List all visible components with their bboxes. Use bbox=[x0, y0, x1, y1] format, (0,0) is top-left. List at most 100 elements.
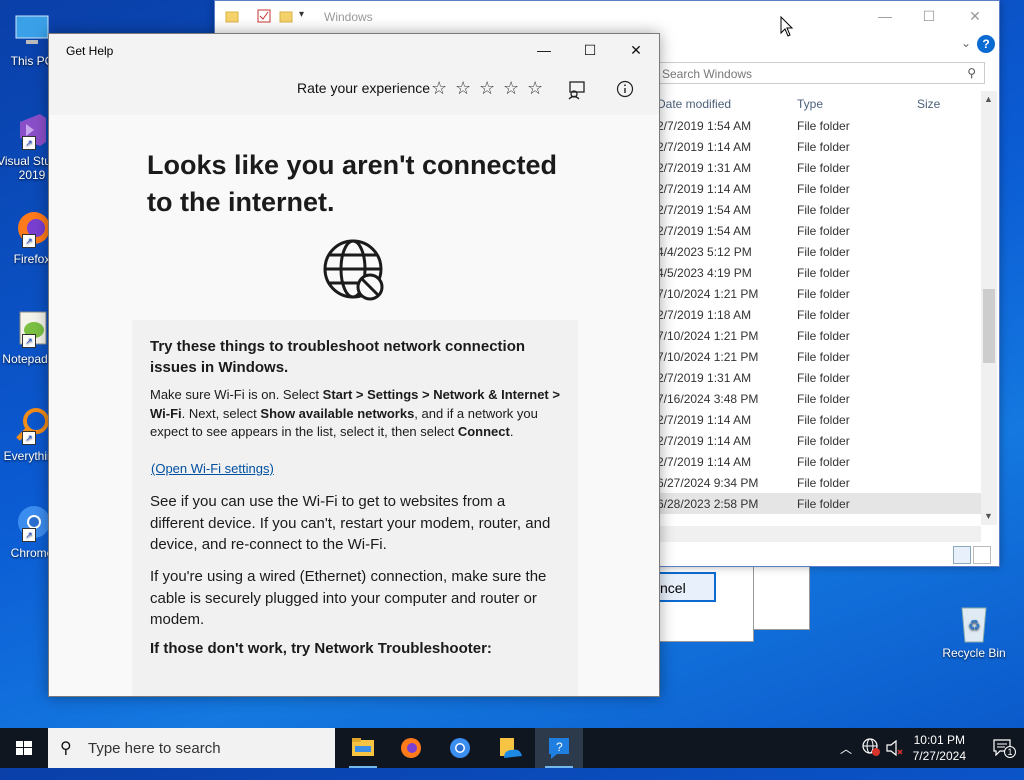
table-row[interactable]: 7/16/2024 3:48 PM File folder bbox=[655, 388, 981, 409]
date-modified-cell: 2/7/2019 1:54 AM bbox=[657, 224, 752, 238]
info-icon[interactable] bbox=[616, 80, 634, 103]
new-folder-icon[interactable] bbox=[279, 9, 293, 23]
visual-studio-icon: ↗ bbox=[12, 110, 52, 150]
taskbar: ⚲ Type here to search ? ︿ 10:01 PM 7/27/… bbox=[0, 728, 1024, 768]
details-view-icon[interactable] bbox=[953, 546, 971, 564]
taskbar-clock[interactable]: 10:01 PM 7/27/2024 bbox=[913, 732, 966, 764]
properties-icon[interactable] bbox=[257, 9, 271, 23]
table-row[interactable]: 7/10/2024 1:21 PM File folder bbox=[655, 325, 981, 346]
window-title: Get Help bbox=[66, 44, 114, 58]
taskbar-chrome[interactable] bbox=[436, 728, 484, 768]
quick-access-dropdown-icon[interactable]: ▾ bbox=[299, 9, 313, 23]
date-modified-cell: 2/7/2019 1:14 AM bbox=[657, 434, 752, 448]
table-row[interactable]: 4/4/2023 5:12 PM File folder bbox=[655, 241, 981, 262]
table-row[interactable]: 6/27/2024 9:34 PM File folder bbox=[655, 472, 981, 493]
show-hidden-icons-chevron-icon[interactable]: ︿ bbox=[840, 740, 852, 780]
help-icon[interactable]: ? bbox=[977, 35, 995, 53]
network-disconnected-icon[interactable] bbox=[862, 738, 880, 778]
chrome-icon bbox=[450, 738, 470, 758]
ribbon-expand-chevron-icon[interactable]: ⌄ bbox=[961, 36, 971, 50]
desktop-icon-recycle-bin[interactable]: ♻ Recycle Bin bbox=[938, 602, 1010, 660]
date-modified-cell: 2/7/2019 1:14 AM bbox=[657, 413, 752, 427]
monitor-icon bbox=[12, 10, 52, 50]
scroll-down-arrow-icon[interactable]: ▼ bbox=[984, 511, 993, 521]
onedrive-folder-icon bbox=[500, 738, 522, 758]
get-help-titlebar: Get Help — ☐ ✕ bbox=[49, 34, 659, 66]
date-modified-cell: 4/5/2023 4:19 PM bbox=[657, 266, 752, 280]
globe-no-connection-icon bbox=[323, 239, 385, 306]
horizontal-scrollbar[interactable] bbox=[655, 526, 981, 542]
taskbar-onedrive-app[interactable] bbox=[486, 728, 534, 768]
cancel-button[interactable]: ncel bbox=[654, 572, 716, 602]
date-modified-cell: 7/16/2024 3:48 PM bbox=[657, 392, 759, 406]
table-row[interactable]: 2/7/2019 1:54 AM File folder bbox=[655, 115, 981, 136]
taskbar-firefox[interactable] bbox=[387, 728, 435, 768]
table-row[interactable]: 2/7/2019 1:14 AM File folder bbox=[655, 451, 981, 472]
open-wifi-settings-link[interactable]: (Open Wi-Fi settings) bbox=[151, 461, 274, 476]
folder-icon[interactable] bbox=[225, 9, 239, 23]
rate-experience-label: Rate your experience bbox=[297, 80, 431, 96]
vertical-scrollbar[interactable]: ▲ ▼ bbox=[981, 91, 997, 525]
table-row[interactable]: 2/7/2019 1:14 AM File folder bbox=[655, 178, 981, 199]
firefox-icon: ↗ bbox=[12, 208, 52, 248]
star-5-icon[interactable]: ☆ bbox=[527, 78, 543, 99]
minimize-button[interactable]: — bbox=[521, 34, 567, 66]
type-cell: File folder bbox=[797, 497, 850, 511]
star-1-icon[interactable]: ☆ bbox=[431, 78, 447, 99]
type-cell: File folder bbox=[797, 140, 850, 154]
scrollbar-thumb[interactable] bbox=[983, 289, 995, 363]
taskbar-get-help[interactable]: ? bbox=[535, 728, 583, 768]
taskbar-file-explorer[interactable] bbox=[339, 728, 387, 768]
star-2-icon[interactable]: ☆ bbox=[455, 78, 471, 99]
wifi-text: Make sure Wi-Fi is on. Select bbox=[150, 387, 323, 402]
minimize-button[interactable]: — bbox=[865, 5, 905, 27]
star-4-icon[interactable]: ☆ bbox=[503, 78, 519, 99]
table-row[interactable]: 2/7/2019 1:14 AM File folder bbox=[655, 409, 981, 430]
search-input[interactable]: Search Windows ⚲ bbox=[655, 62, 985, 84]
date-modified-cell: 6/27/2024 9:34 PM bbox=[657, 476, 759, 490]
table-row[interactable]: 2/7/2019 1:14 AM File folder bbox=[655, 136, 981, 157]
close-button[interactable]: ✕ bbox=[613, 34, 659, 66]
cancel-button-label: ncel bbox=[660, 580, 686, 596]
table-row[interactable]: 2/7/2019 1:18 AM File folder bbox=[655, 304, 981, 325]
table-row[interactable]: 2/7/2019 1:54 AM File folder bbox=[655, 220, 981, 241]
table-row[interactable]: 7/10/2024 1:21 PM File folder bbox=[655, 346, 981, 367]
start-button[interactable] bbox=[0, 728, 48, 768]
table-row[interactable]: 2/7/2019 1:54 AM File folder bbox=[655, 199, 981, 220]
close-button[interactable]: ✕ bbox=[955, 5, 995, 27]
show-networks-text: Show available networks bbox=[260, 405, 415, 421]
date-modified-cell: 2/7/2019 1:54 AM bbox=[657, 203, 752, 217]
connect-text: Connect bbox=[457, 424, 510, 439]
action-center-button[interactable]: 1 bbox=[992, 738, 1016, 758]
large-icons-view-icon[interactable] bbox=[973, 546, 991, 564]
maximize-button[interactable]: ☐ bbox=[567, 34, 613, 66]
table-row[interactable]: 2/7/2019 1:31 AM File folder bbox=[655, 367, 981, 388]
taskbar-search-input[interactable]: ⚲ Type here to search bbox=[48, 728, 335, 768]
type-cell: File folder bbox=[797, 329, 850, 343]
scroll-up-arrow-icon[interactable]: ▲ bbox=[984, 94, 993, 104]
troubleshoot-card: Try these things to troubleshoot network… bbox=[132, 320, 578, 696]
type-cell: File folder bbox=[797, 287, 850, 301]
column-date-modified[interactable]: Date modified bbox=[657, 97, 731, 111]
explorer-titlebar: ▾ Windows — ☐ ✕ bbox=[215, 1, 999, 31]
clock-date: 7/27/2024 bbox=[912, 749, 966, 763]
table-row[interactable]: 4/5/2023 4:19 PM File folder bbox=[655, 262, 981, 283]
type-cell: File folder bbox=[797, 161, 850, 175]
recycle-bin-icon: ♻ bbox=[954, 602, 994, 643]
volume-muted-icon[interactable] bbox=[885, 739, 903, 779]
table-row[interactable]: 2/7/2019 1:31 AM File folder bbox=[655, 157, 981, 178]
feedback-icon[interactable] bbox=[567, 80, 587, 105]
notification-count-badge: 1 bbox=[1004, 746, 1016, 758]
star-3-icon[interactable]: ☆ bbox=[479, 78, 495, 99]
column-type[interactable]: Type bbox=[797, 97, 823, 111]
column-size[interactable]: Size bbox=[917, 97, 940, 111]
wifi-text: . bbox=[509, 424, 514, 439]
table-row[interactable]: 2/7/2019 1:14 AM File folder bbox=[655, 430, 981, 451]
file-explorer-icon bbox=[352, 738, 374, 756]
date-modified-cell: 2/7/2019 1:14 AM bbox=[657, 182, 752, 196]
table-row[interactable]: 6/28/2023 2:58 PM File folder bbox=[655, 493, 981, 514]
table-row[interactable]: 7/10/2024 1:21 PM File folder bbox=[655, 283, 981, 304]
type-cell: File folder bbox=[797, 308, 850, 322]
type-cell: File folder bbox=[797, 413, 850, 427]
maximize-button[interactable]: ☐ bbox=[909, 5, 949, 27]
